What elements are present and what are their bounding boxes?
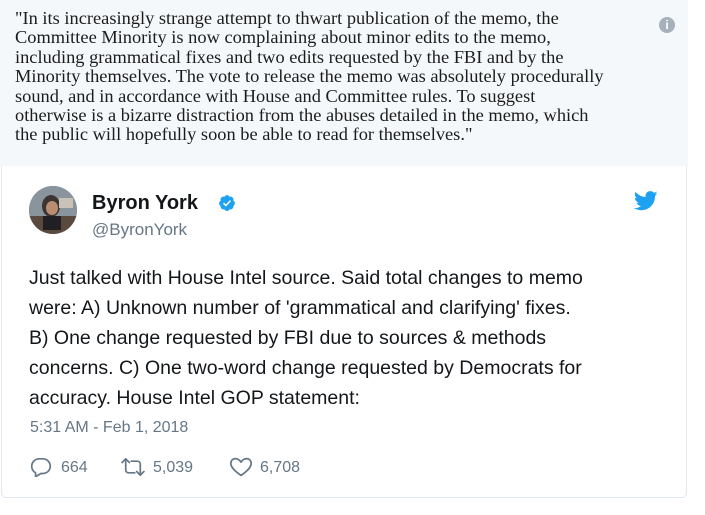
like-count: 6,708 xyxy=(260,459,301,476)
retweet-icon xyxy=(121,457,145,477)
reply-button[interactable]: 664 xyxy=(30,456,100,478)
tweet-text: Just talked with House Intel source. Sai… xyxy=(29,267,583,409)
info-icon[interactable]: i xyxy=(659,17,675,33)
retweet-count: 5,039 xyxy=(153,459,194,476)
avatar[interactable] xyxy=(29,186,77,234)
tweet-timestamp[interactable]: 5:31 AM - Feb 1, 2018 xyxy=(30,418,188,438)
display-name[interactable]: Byron York xyxy=(92,192,198,214)
heart-icon xyxy=(229,457,253,477)
verified-badge-icon xyxy=(219,195,235,211)
user-handle[interactable]: @ByronYork xyxy=(92,220,187,240)
like-button[interactable]: 6,708 xyxy=(229,456,319,478)
retweet-button[interactable]: 5,039 xyxy=(120,456,210,478)
twitter-bird-icon[interactable] xyxy=(634,191,658,211)
quoted-statement-text: "In its increasingly strange attempt to … xyxy=(15,8,604,145)
avatar-photo xyxy=(29,186,77,234)
reply-icon xyxy=(30,457,52,477)
quoted-statement-panel: "In its increasingly strange attempt to … xyxy=(0,0,688,166)
reply-count: 664 xyxy=(61,459,88,476)
